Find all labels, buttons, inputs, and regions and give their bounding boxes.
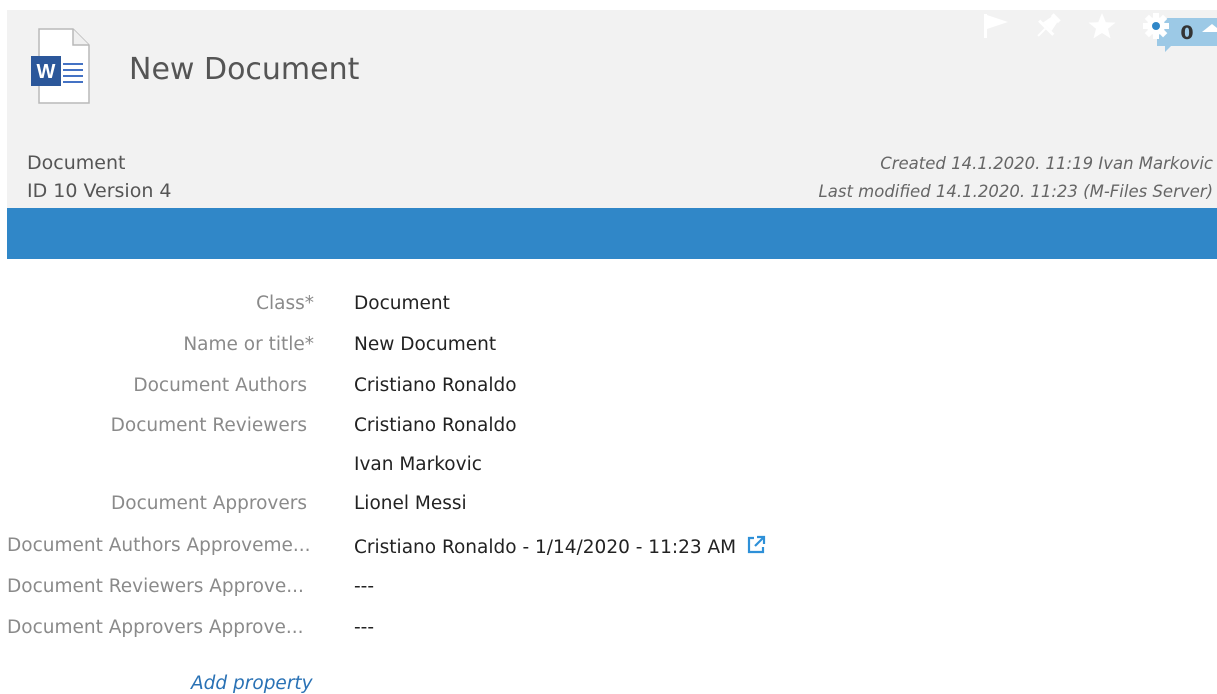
modified-info: Last modified 14.1.2020. 11:23 (M-Files …: [818, 182, 1213, 201]
property-value-authors[interactable]: Cristiano Ronaldo: [354, 375, 517, 396]
external-link-icon[interactable]: [746, 535, 766, 555]
flag-icon[interactable]: [980, 12, 1012, 40]
svg-text:W: W: [37, 61, 56, 83]
property-value-approvers-approvement[interactable]: ---: [354, 617, 374, 638]
property-label-reviewers-approvement: Document Reviewers Approve...: [7, 576, 304, 597]
property-label-class: Class*: [256, 293, 314, 314]
property-value-authors-approvement[interactable]: Cristiano Ronaldo - 1/14/2020 - 11:23 AM: [354, 535, 766, 558]
property-label-approvers-approvement: Document Approvers Approve...: [7, 617, 304, 638]
property-label-approvers: Document Approvers: [111, 493, 307, 514]
property-label-authors: Document Authors: [133, 375, 307, 396]
gear-icon[interactable]: [1140, 12, 1172, 40]
object-toolbar: [7, 208, 1217, 259]
add-property-link[interactable]: Add property: [191, 673, 313, 694]
property-value-reviewers[interactable]: Ivan Markovic: [354, 454, 482, 475]
star-icon[interactable]: [1086, 12, 1118, 40]
word-document-icon: W: [31, 28, 90, 104]
property-label-authors-approvement: Document Authors Approveme...: [7, 535, 311, 556]
pin-icon[interactable]: [1032, 12, 1064, 40]
object-title: New Document: [129, 52, 360, 87]
property-value-approvers[interactable]: Lionel Messi: [354, 493, 467, 514]
collapse-icon[interactable]: [1198, 12, 1217, 40]
property-value-reviewers-approvement[interactable]: ---: [354, 576, 374, 597]
object-type: Document: [27, 152, 126, 174]
property-value-class[interactable]: Document: [354, 293, 450, 314]
property-value-reviewers[interactable]: Cristiano Ronaldo: [354, 415, 517, 436]
property-label-reviewers: Document Reviewers: [110, 415, 307, 436]
object-id-version: ID 10 Version 4: [27, 180, 172, 202]
authors-approvement-text[interactable]: Cristiano Ronaldo - 1/14/2020 - 11:23 AM: [354, 537, 736, 558]
property-label-name: Name or title*: [183, 334, 314, 355]
property-value-name[interactable]: New Document: [354, 334, 496, 355]
created-info: Created 14.1.2020. 11:19 Ivan Markovic: [880, 154, 1213, 173]
